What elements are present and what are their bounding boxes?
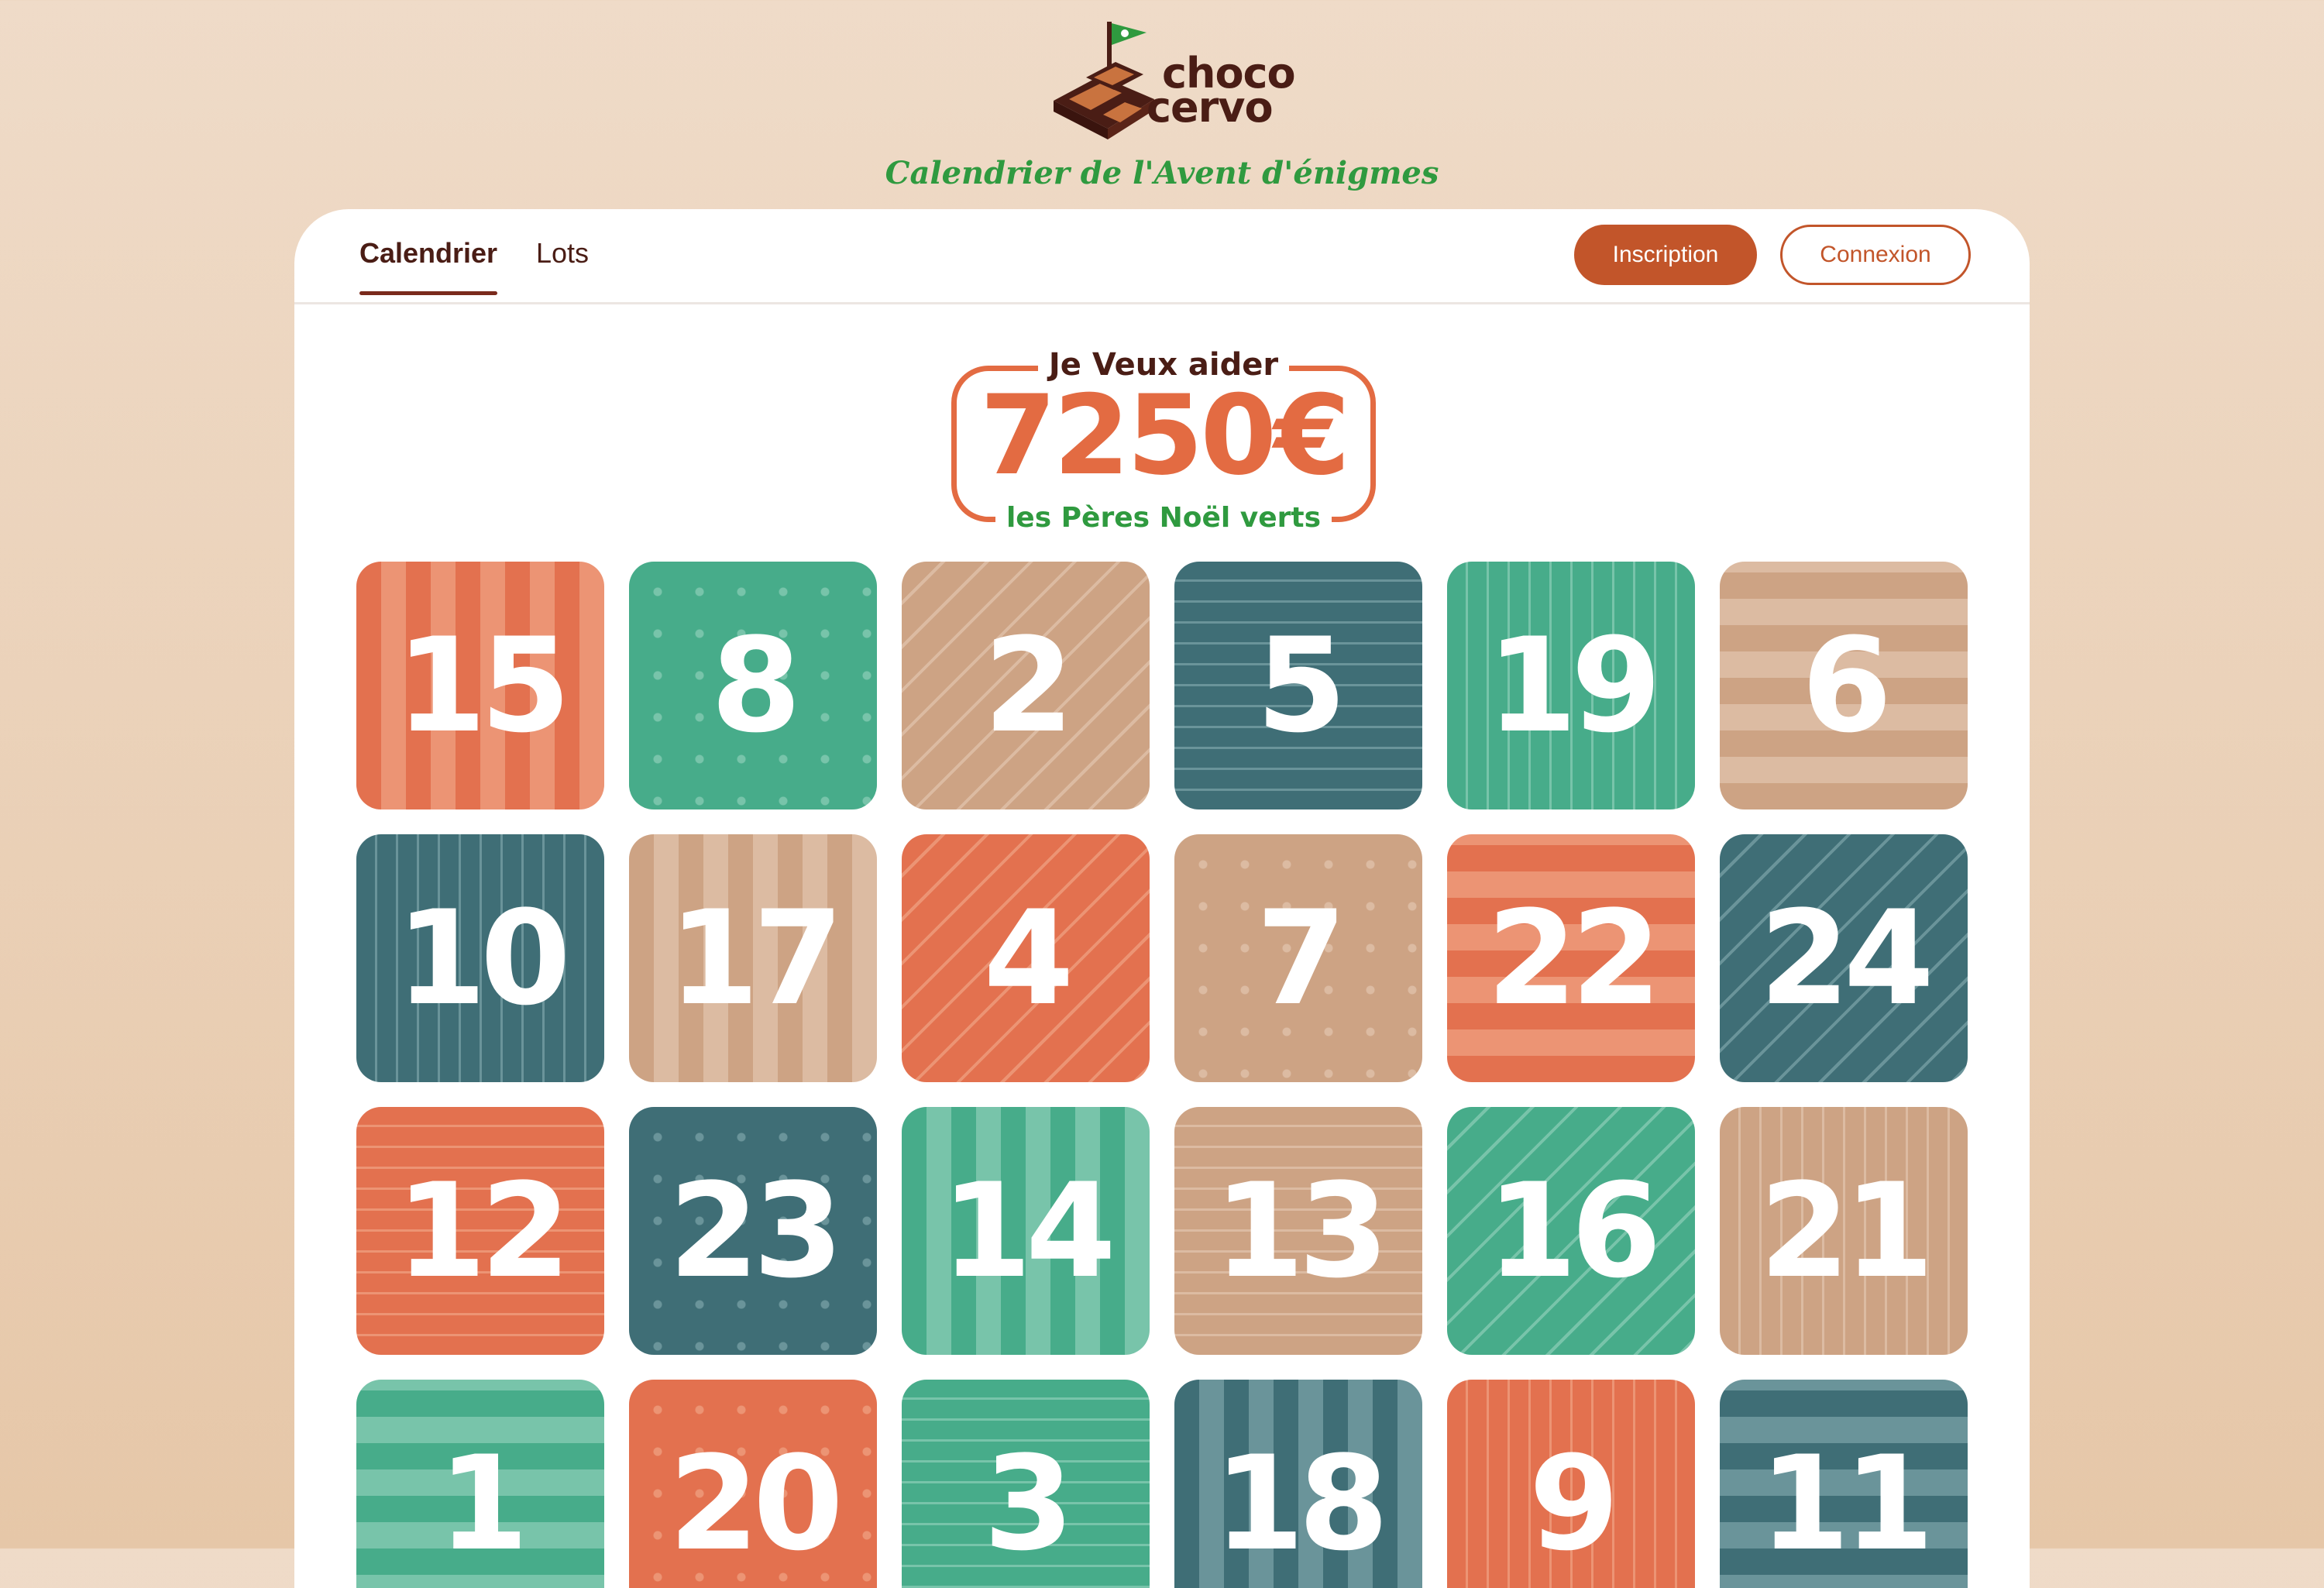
calendar-door-20[interactable]: 20 xyxy=(629,1380,877,1588)
door-number: 24 xyxy=(1759,882,1934,1034)
tab-lots[interactable]: Lots xyxy=(536,237,589,270)
chocolate-flag-icon xyxy=(1054,22,1154,139)
login-button[interactable]: Connexion xyxy=(1780,225,1971,285)
door-number: 22 xyxy=(1487,882,1662,1034)
calendar-door-24[interactable]: 24 xyxy=(1720,834,1968,1082)
calendar-door-7[interactable]: 7 xyxy=(1174,834,1422,1082)
calendar-door-8[interactable]: 8 xyxy=(629,562,877,809)
door-number: 1 xyxy=(438,1428,529,1579)
calendar-door-21[interactable]: 21 xyxy=(1720,1107,1968,1355)
calendar-door-3[interactable]: 3 xyxy=(902,1380,1150,1588)
top-nav: Calendrier Lots Inscription Connexion xyxy=(294,209,2030,304)
door-number: 15 xyxy=(396,610,571,761)
door-number: 19 xyxy=(1487,610,1662,761)
door-number: 14 xyxy=(941,1155,1116,1307)
door-number: 5 xyxy=(1256,610,1347,761)
door-number: 17 xyxy=(669,882,844,1034)
door-number: 21 xyxy=(1759,1155,1934,1307)
donation-amount: 7250€ xyxy=(979,372,1350,500)
calendar-door-22[interactable]: 22 xyxy=(1447,834,1695,1082)
calendar-door-10[interactable]: 10 xyxy=(356,834,604,1082)
calendar-door-16[interactable]: 16 xyxy=(1447,1107,1695,1355)
door-number: 7 xyxy=(1256,882,1347,1034)
calendar-door-15[interactable]: 15 xyxy=(356,562,604,809)
calendar-door-1[interactable]: 1 xyxy=(356,1380,604,1588)
calendar-door-23[interactable]: 23 xyxy=(629,1107,877,1355)
donation-badge[interactable]: Je Veux aider 7250€ les Pères Noël verts xyxy=(947,347,1380,534)
main-card: Calendrier Lots Inscription Connexion Je… xyxy=(294,209,2030,1588)
advent-calendar-grid: 15 8 2 5 19 6 10 17 4 7 22 24 12 23 14 13 16 21 1 20 3 18 9 11 xyxy=(356,562,1975,1588)
calendar-door-13[interactable]: 13 xyxy=(1174,1107,1422,1355)
calendar-door-17[interactable]: 17 xyxy=(629,834,877,1082)
door-number: 4 xyxy=(983,882,1074,1034)
brand-name-line2: cervo xyxy=(1147,83,1274,132)
calendar-door-2[interactable]: 2 xyxy=(902,562,1150,809)
door-number: 23 xyxy=(669,1155,844,1307)
donation-recipient: les Pères Noël verts xyxy=(995,502,1332,534)
signup-button[interactable]: Inscription xyxy=(1574,225,1757,285)
calendar-door-18[interactable]: 18 xyxy=(1174,1380,1422,1588)
calendar-door-5[interactable]: 5 xyxy=(1174,562,1422,809)
calendar-door-19[interactable]: 19 xyxy=(1447,562,1695,809)
door-number: 2 xyxy=(983,610,1074,761)
calendar-door-6[interactable]: 6 xyxy=(1720,562,1968,809)
calendar-door-12[interactable]: 12 xyxy=(356,1107,604,1355)
door-number: 3 xyxy=(983,1428,1074,1579)
door-number: 6 xyxy=(1801,610,1893,761)
door-number: 11 xyxy=(1759,1428,1934,1579)
calendar-door-9[interactable]: 9 xyxy=(1447,1380,1695,1588)
door-number: 10 xyxy=(396,882,571,1034)
calendar-door-4[interactable]: 4 xyxy=(902,834,1150,1082)
door-number: 16 xyxy=(1487,1155,1662,1307)
site-logo[interactable]: choco cervo xyxy=(1038,15,1301,155)
door-number: 8 xyxy=(710,610,802,761)
door-number: 13 xyxy=(1214,1155,1389,1307)
site-tagline: Calendrier de l'Avent d'énigmes xyxy=(885,155,1439,191)
door-number: 20 xyxy=(669,1428,844,1579)
calendar-door-11[interactable]: 11 xyxy=(1720,1380,1968,1588)
door-number: 12 xyxy=(396,1155,571,1307)
tab-calendrier[interactable]: Calendrier xyxy=(359,237,498,295)
calendar-door-14[interactable]: 14 xyxy=(902,1107,1150,1355)
door-number: 18 xyxy=(1214,1428,1389,1579)
door-number: 9 xyxy=(1528,1428,1620,1579)
